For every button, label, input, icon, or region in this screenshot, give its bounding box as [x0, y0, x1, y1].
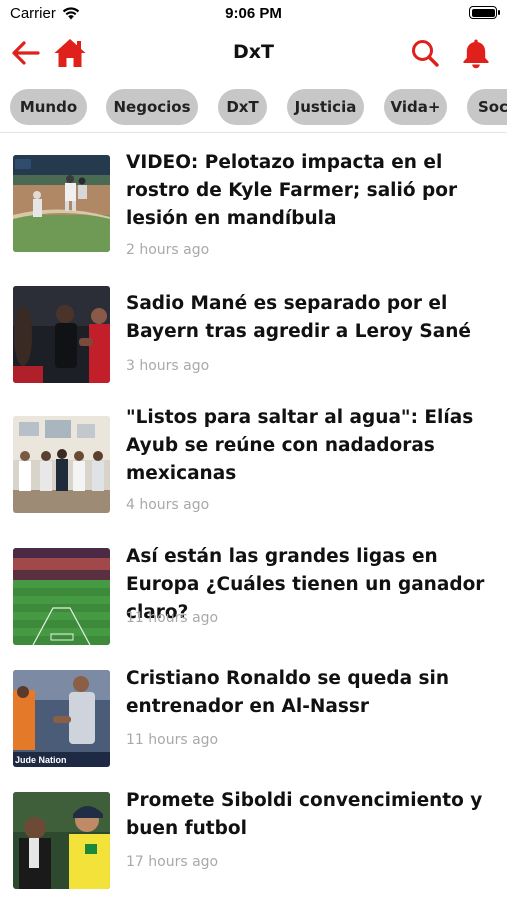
news-thumbnail[interactable] [13, 286, 110, 383]
status-time: 9:06 PM [225, 5, 282, 22]
news-thumbnail[interactable]: Jude Nation [13, 670, 110, 767]
news-time: 2 hours ago [126, 242, 210, 258]
news-headline: "Listos para saltar al agua": Elías Ayub… [126, 407, 474, 484]
stadium-photo [13, 548, 110, 645]
news-thumbnail[interactable] [13, 792, 110, 889]
chip-vida[interactable]: Vida+ [384, 89, 447, 125]
chip-sociedad[interactable]: Soci [467, 89, 507, 125]
status-bar: Carrier 9:06 PM [0, 0, 507, 28]
chip-mundo[interactable]: Mundo [10, 89, 87, 125]
news-item[interactable]: Promete Siboldi convencimiento y buen fu… [0, 767, 507, 900]
soccer-players-photo [13, 286, 110, 383]
group-photo [13, 416, 110, 513]
search-icon [412, 40, 439, 67]
news-thumbnail[interactable] [13, 416, 110, 513]
news-item[interactable]: "Listos para saltar al agua": Elías Ayub… [0, 388, 507, 523]
category-chips: Mundo Negocios DxT Justicia Vida+ Soci [0, 86, 507, 128]
news-headline: Sadio Mané es separado por el Bayern tra… [126, 293, 471, 342]
news-item[interactable]: VIDEO: Pelotazo impacta en el rostro de … [0, 133, 507, 268]
ronaldo-photo [13, 670, 110, 767]
news-time: 11 hours ago [126, 732, 219, 748]
thumbnail-caption: Jude Nation [15, 755, 67, 765]
news-time: 4 hours ago [126, 497, 210, 513]
news-headline: Promete Siboldi convencimiento y buen fu… [126, 790, 483, 839]
search-button[interactable] [408, 36, 442, 70]
news-time: 3 hours ago [126, 358, 210, 374]
news-item[interactable]: Jude Nation Cristiano Ronaldo se queda s… [0, 645, 507, 767]
bell-icon [463, 39, 489, 69]
news-item[interactable]: Sadio Mané es separado por el Bayern tra… [0, 268, 507, 388]
notifications-button[interactable] [459, 36, 493, 70]
chip-dxt[interactable]: DxT [218, 89, 267, 125]
chip-negocios[interactable]: Negocios [106, 89, 198, 125]
battery-icon [469, 6, 500, 19]
news-thumbnail[interactable] [13, 548, 110, 645]
nav-bar: DxT [0, 28, 507, 78]
news-headline: Cristiano Ronaldo se queda sin entrenado… [126, 668, 450, 717]
news-item[interactable]: Así están las grandes ligas en Europa ¿C… [0, 523, 507, 645]
baseball-photo [13, 155, 110, 252]
news-headline: VIDEO: Pelotazo impacta en el rostro de … [126, 152, 458, 229]
chip-justicia[interactable]: Justicia [287, 89, 364, 125]
news-thumbnail[interactable] [13, 155, 110, 252]
news-time: 17 hours ago [126, 854, 219, 870]
siboldi-photo [13, 792, 110, 889]
news-time: 11 hours ago [126, 610, 219, 626]
